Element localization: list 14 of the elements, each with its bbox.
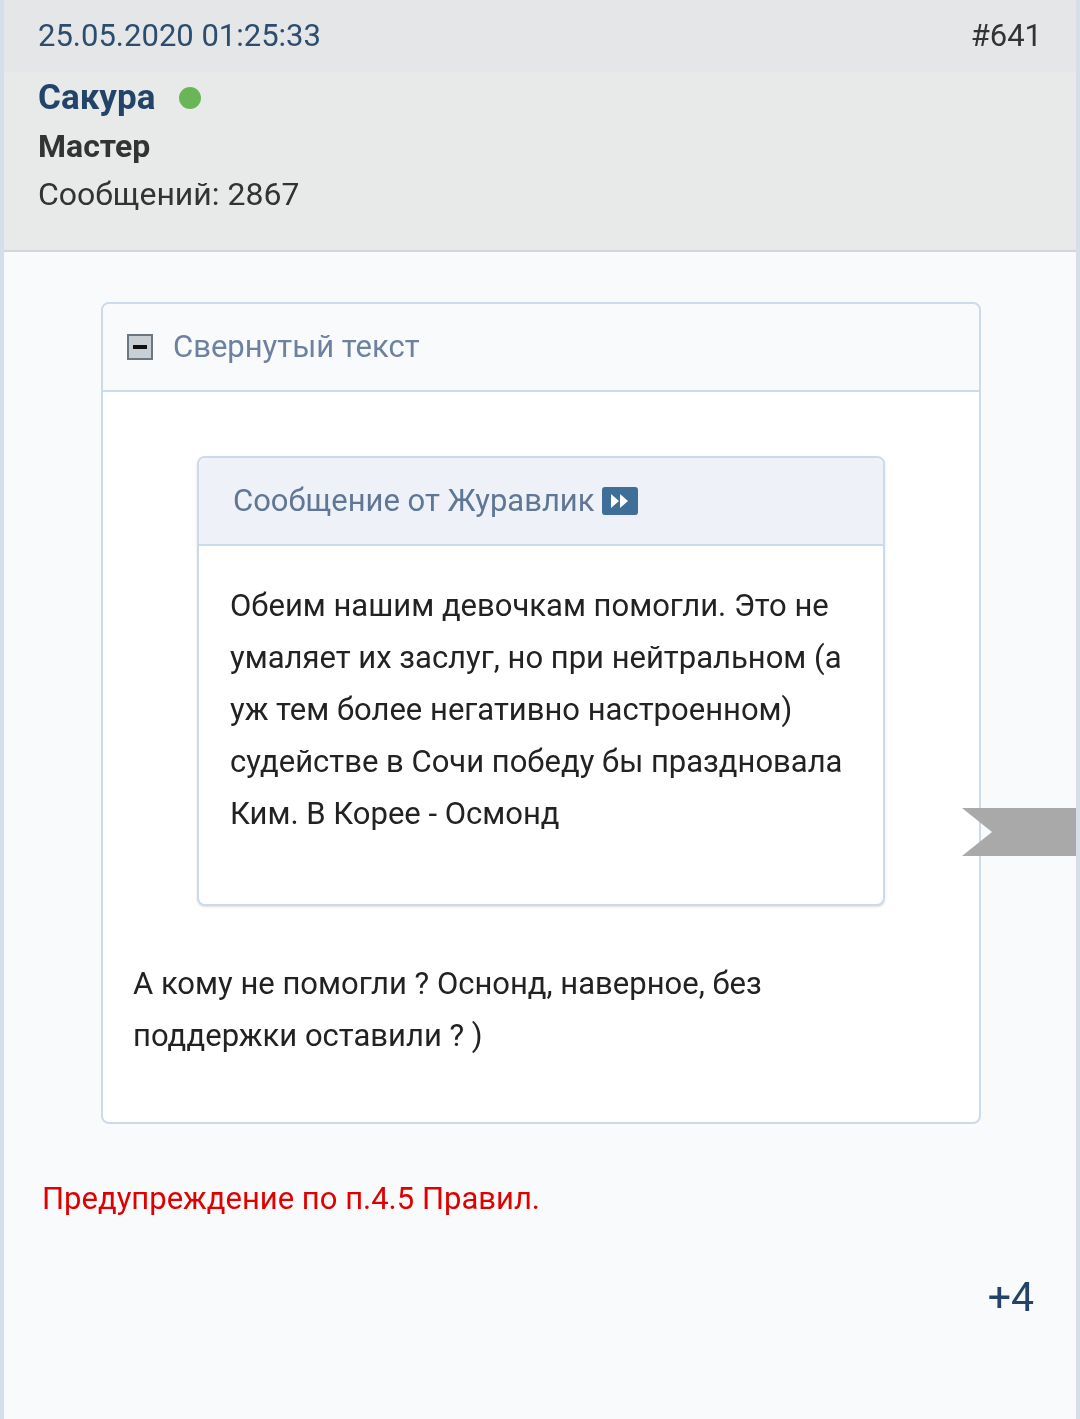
username[interactable]: Сакура — [38, 71, 156, 125]
spoiler-title: Свернутый текст — [173, 326, 420, 367]
collapse-icon[interactable] — [127, 334, 153, 360]
quote-text: Обеим нашим девочкам помогли. Это не умаляет их заслуг, но при нейтральном (а уж тем более негативно настроенном) судействе в Сочи победу бы праздновала Ким. В Корее - Осмонд — [229, 586, 844, 834]
post-date: 25.05.2020 01:25:33 — [38, 15, 321, 56]
quote-author: Сообщение от Журавлик — [233, 480, 595, 521]
moderator-note: Предупреждение по п.4.5 Правил. — [41, 1179, 541, 1219]
user-rank: Мастер — [38, 126, 152, 167]
post-number[interactable]: #641 — [970, 12, 1042, 60]
view-post-icon[interactable] — [602, 487, 639, 515]
reply-text: А кому не помогли ? Оснонд, наверное, без поддержки оставили ? ) — [132, 964, 763, 1056]
post-count: Сообщений: 2867 — [38, 174, 301, 215]
rating-count: +4 — [987, 1271, 1034, 1323]
spoiler-header[interactable]: Свернутый текст — [103, 304, 979, 392]
